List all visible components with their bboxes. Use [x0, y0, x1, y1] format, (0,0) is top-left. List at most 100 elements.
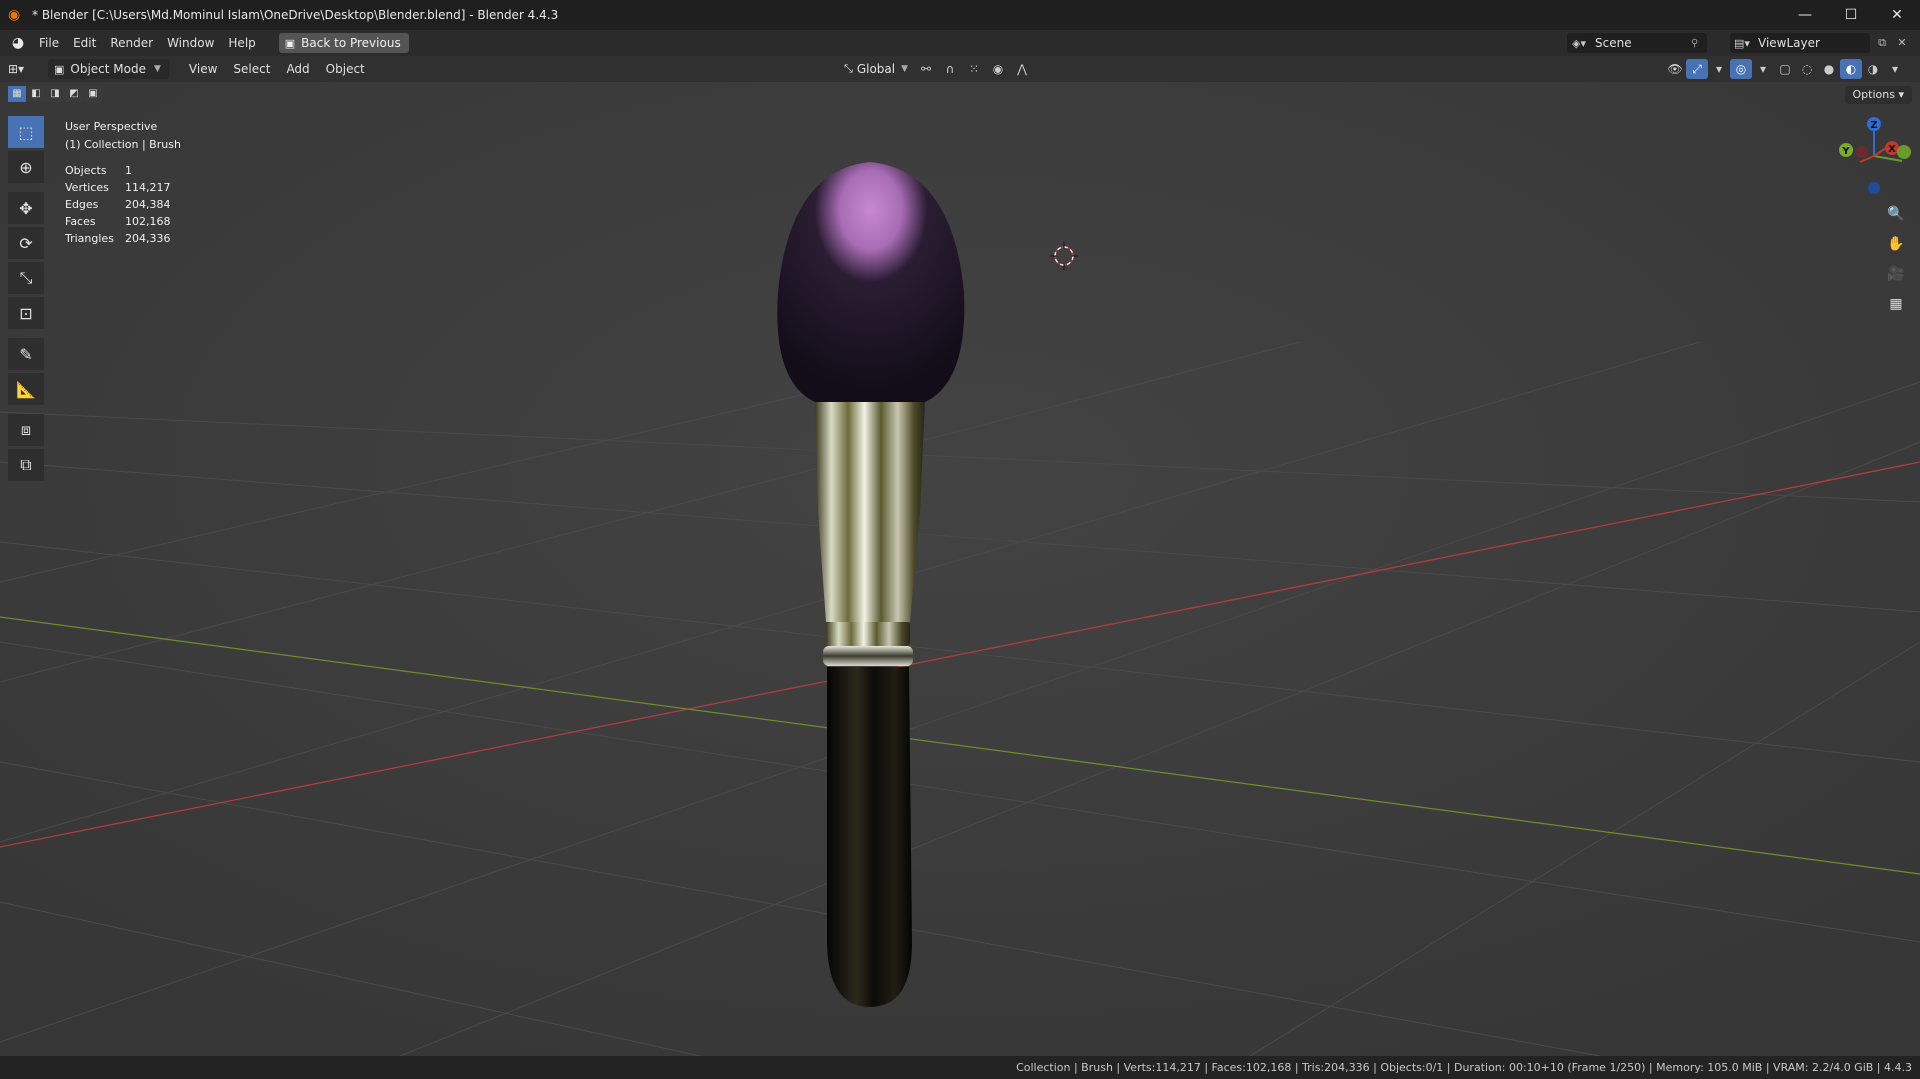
menu-window[interactable]: Window — [160, 30, 221, 56]
stat-row: Triangles 204,336 — [65, 230, 181, 247]
scene-icon: ◈▾ — [1572, 36, 1586, 50]
menu-edit[interactable]: Edit — [66, 30, 103, 56]
blender-app-icon: ◉ — [8, 7, 21, 23]
object-mode-dropdown[interactable]: ▣ Object Mode ▼ — [48, 59, 169, 79]
move-tool-icon[interactable]: ✥ — [8, 192, 44, 224]
pin-icon[interactable]: ⚲ — [1691, 38, 1707, 49]
maximize-button[interactable]: ☐ — [1828, 0, 1874, 30]
transform-tool-icon[interactable]: ⊡ — [8, 297, 44, 329]
pan-hand-icon[interactable]: ✋ — [1882, 230, 1910, 258]
falloff-icon[interactable]: ⋀ — [1010, 62, 1034, 76]
gizmo-neg-z-axis[interactable] — [1868, 182, 1880, 194]
zoom-icon[interactable]: 🔍 — [1882, 200, 1910, 228]
proportional-editing-icon[interactable]: ◉ — [986, 62, 1010, 76]
stat-value: 204,384 — [125, 198, 171, 211]
back-to-previous-button[interactable]: ▣ Back to Previous — [278, 33, 409, 53]
select-invert-icon[interactable]: ◩ — [65, 86, 83, 102]
options-dropdown[interactable]: Options ▾ — [1844, 86, 1912, 104]
select-new-icon[interactable]: ▦ — [8, 86, 26, 102]
stat-label: Triangles — [65, 232, 114, 245]
menu-add[interactable]: Add — [278, 62, 317, 76]
scene-name[interactable]: Scene — [1591, 36, 1691, 50]
object-mode-icon: ▣ — [54, 62, 65, 76]
stat-row: Edges 204,384 — [65, 196, 181, 213]
orientation-icon: ⤡ — [844, 62, 853, 75]
visibility-icon[interactable]: 👁 — [1664, 59, 1686, 79]
brush-object[interactable] — [0, 82, 1920, 1056]
back-to-previous-label: Back to Previous — [301, 36, 401, 50]
window-title: * Blender [C:\Users\Md.Mominul Islam\One… — [32, 8, 559, 22]
blender-logo-icon[interactable]: ◕ — [10, 35, 26, 51]
stat-row: Faces 102,168 — [65, 213, 181, 230]
stat-value: 114,217 — [125, 181, 171, 194]
scene-statistics: Objects 1 Vertices 114,217 Edges 204,384 Fa… — [65, 162, 181, 247]
scene-selector[interactable]: ◈▾ Scene ⚲ — [1567, 33, 1707, 53]
stat-row: Vertices 114,217 — [65, 179, 181, 196]
select-intersect-icon[interactable]: ▣ — [84, 86, 102, 102]
xray-toggle-icon[interactable]: ▢ — [1774, 59, 1796, 79]
annotate-tool-icon[interactable]: ✎ — [8, 338, 44, 370]
menu-render[interactable]: Render — [103, 30, 160, 56]
gizmo-toggle-icon[interactable]: ⤢ — [1686, 59, 1708, 79]
top-menubar: ◕ File Edit Render Window Help ▣ Back to… — [0, 30, 1920, 56]
3d-cursor-icon[interactable] — [1050, 242, 1078, 270]
gizmo-z-label: Z — [1870, 120, 1877, 131]
pivot-point-icon[interactable]: ⚯ — [914, 62, 938, 76]
viewport-header: ⊞▾ ▣ Object Mode ▼ View Select Add Objec… — [0, 56, 1920, 82]
ortho-grid-icon[interactable]: ▦ — [1882, 290, 1910, 318]
add-object-tool-icon[interactable]: ⧉ — [8, 449, 44, 481]
rendered-shading-icon[interactable]: ◑ — [1862, 59, 1884, 79]
gizmo-neg-x-axis[interactable] — [1856, 146, 1868, 158]
stat-value: 204,336 — [125, 232, 171, 245]
gizmo-neg-y-axis[interactable] — [1897, 145, 1911, 159]
snap-toggle-icon[interactable]: ∩ — [938, 62, 962, 76]
perspective-label: User Perspective — [65, 120, 158, 133]
view-layer-name[interactable]: ViewLayer — [1754, 36, 1870, 50]
chevron-down-icon: ▼ — [901, 64, 909, 74]
status-info: Collection | Brush | Verts:114,217 | Fac… — [1016, 1061, 1912, 1074]
overlays-toggle-icon[interactable]: ◎ — [1730, 59, 1752, 79]
solid-shading-icon[interactable]: ● — [1818, 59, 1840, 79]
rotate-tool-icon[interactable]: ⟳ — [8, 227, 44, 259]
snap-target-icon[interactable]: ⁙ — [962, 62, 986, 76]
gizmo-x-label: X — [1888, 144, 1896, 155]
select-box-tool-icon[interactable]: ⬚ — [8, 116, 44, 148]
navigation-gizmo[interactable]: Z Y X — [1830, 114, 1920, 204]
menu-object[interactable]: Object — [318, 62, 373, 76]
gizmo-dropdown-icon[interactable]: ▾ — [1708, 59, 1730, 79]
new-view-layer-icon[interactable]: ⧉ — [1872, 33, 1892, 53]
camera-view-icon[interactable]: 🎥 — [1882, 260, 1910, 288]
stat-value: 102,168 — [125, 215, 171, 228]
minimize-button[interactable]: — — [1782, 0, 1828, 30]
stat-row: Objects 1 — [65, 162, 181, 179]
measure-tool-icon[interactable]: 📐 — [8, 373, 44, 405]
delete-view-layer-icon[interactable]: ✕ — [1892, 33, 1912, 53]
wireframe-shading-icon[interactable]: ◌ — [1796, 59, 1818, 79]
status-bar: Collection | Brush | Verts:114,217 | Fac… — [0, 1056, 1920, 1079]
add-cube-tool-icon[interactable]: ⧈ — [8, 414, 44, 446]
editor-type-icon[interactable]: ⊞▾ — [8, 62, 34, 76]
viewport-display-tools: 👁 ⤢ ▾ ◎ ▾ ▢ ◌ ● ◐ ◑ ▾ — [1664, 59, 1906, 79]
transform-tools: ⤡ Global ▼ ⚯ ∩ ⁙ ◉ ⋀ — [838, 59, 1034, 79]
select-subtract-icon[interactable]: ◨ — [46, 86, 64, 102]
material-preview-shading-icon[interactable]: ◐ — [1840, 59, 1862, 79]
stat-label: Vertices — [65, 181, 109, 194]
transform-orientation-dropdown[interactable]: ⤡ Global ▼ — [838, 62, 914, 76]
overlays-dropdown-icon[interactable]: ▾ — [1752, 59, 1774, 79]
options-label: Options — [1852, 88, 1895, 101]
selection-mode-buttons: ▦ ◧ ◨ ◩ ▣ — [8, 86, 103, 102]
window-titlebar: ◉ * Blender [C:\Users\Md.Mominul Islam\O… — [0, 0, 1920, 30]
menu-help[interactable]: Help — [221, 30, 262, 56]
select-extend-icon[interactable]: ◧ — [27, 86, 45, 102]
menu-view[interactable]: View — [181, 62, 225, 76]
menu-select[interactable]: Select — [225, 62, 278, 76]
orientation-label: Global — [856, 62, 896, 76]
cursor-tool-icon[interactable]: ⊕ — [8, 151, 44, 183]
close-button[interactable]: ✕ — [1874, 0, 1920, 30]
menu-file[interactable]: File — [32, 30, 66, 56]
3d-viewport[interactable]: ▦ ◧ ◨ ◩ ▣ Options ▾ ⬚ ⊕ ✥ ⟳ ⤡ ⊡ ✎ 📐 ⧈ ⧉ … — [0, 82, 1920, 1056]
stat-label: Faces — [65, 215, 96, 228]
view-layer-selector[interactable]: ▤▾ ViewLayer — [1730, 33, 1870, 53]
shading-dropdown-icon[interactable]: ▾ — [1884, 59, 1906, 79]
scale-tool-icon[interactable]: ⤡ — [8, 262, 44, 294]
